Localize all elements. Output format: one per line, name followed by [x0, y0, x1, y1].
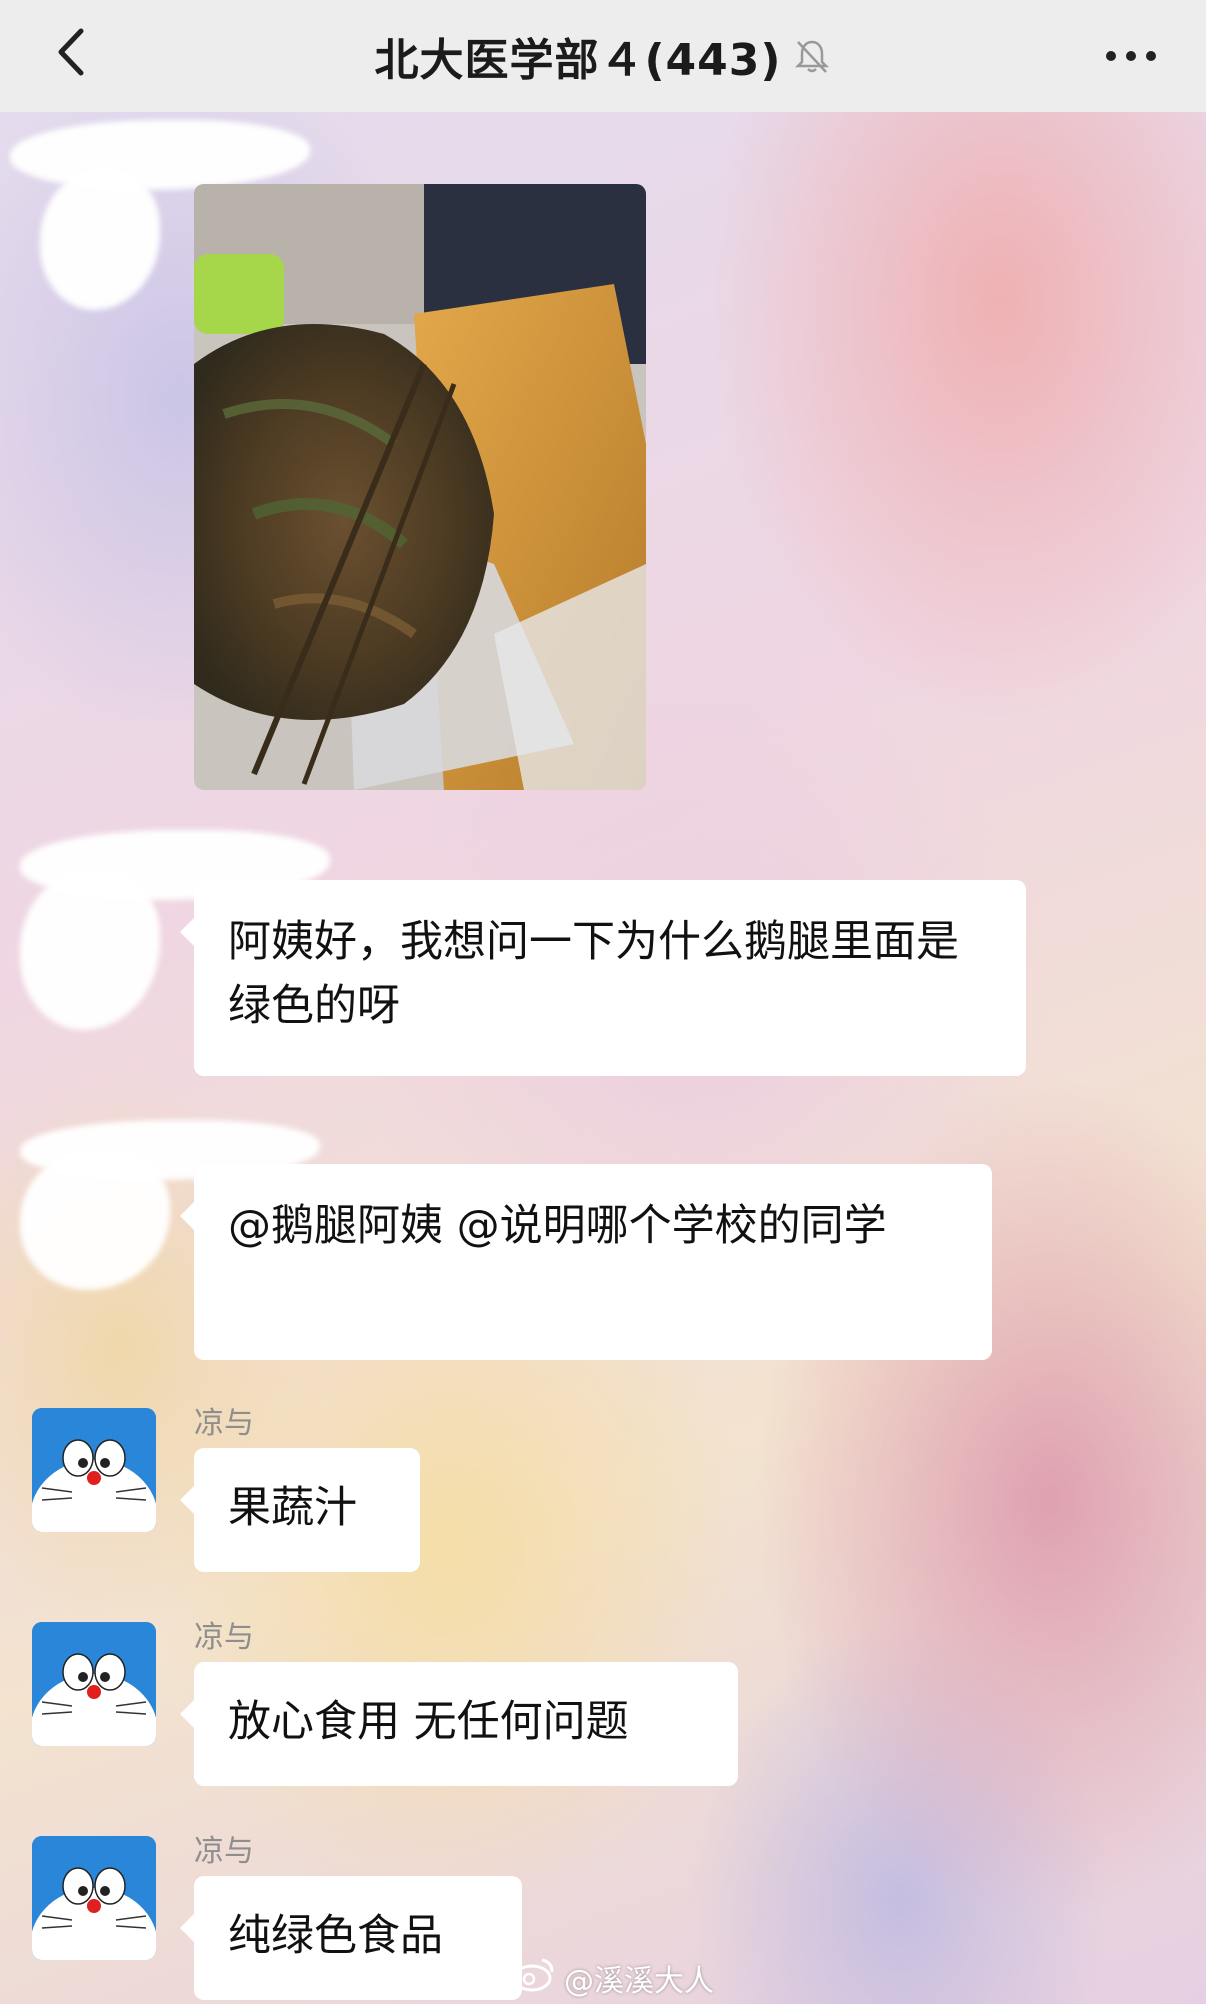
doraemon-avatar-icon [32, 1408, 156, 1532]
message-bubble[interactable]: 果蔬汁 [180, 1448, 420, 1572]
title-container: 北大医学部４(443) [0, 0, 1206, 112]
message-text: 果蔬汁 [228, 1483, 357, 1533]
message-text: 纯绿色食品 [228, 1911, 443, 1961]
message-bubble[interactable]: @鹅腿阿姨 @说明哪个学校的同学 [180, 1164, 992, 1360]
message-bubble[interactable]: 放心食用 无任何问题 [180, 1662, 738, 1786]
more-options-button[interactable] [1096, 28, 1166, 84]
message-bubble[interactable]: 纯绿色食品 [180, 1876, 522, 2000]
avatar[interactable] [32, 1622, 156, 1746]
message-text: @鹅腿阿姨 @说明哪个学校的同学 [228, 1201, 887, 1251]
watermark: @溪溪大人 [512, 1956, 714, 2000]
message-text: 阿姨好，我想问一下为什么鹅腿里面是绿色的呀 [228, 917, 959, 1031]
avatar[interactable] [32, 1836, 156, 1960]
doraemon-avatar-icon [32, 1622, 156, 1746]
sender-name: 凉与 [194, 1834, 254, 1869]
avatar[interactable] [32, 1408, 156, 1532]
chat-header: 北大医学部４(443) [0, 0, 1206, 112]
message-bubble[interactable]: 阿姨好，我想问一下为什么鹅腿里面是绿色的呀 [180, 880, 1026, 1076]
weibo-icon [512, 1956, 556, 2000]
goose-leg-photo-image [194, 184, 646, 790]
sender-name: 凉与 [194, 1620, 254, 1655]
watermark-text: @溪溪大人 [564, 1964, 714, 1999]
food-photo[interactable] [194, 184, 646, 790]
bell-muted-icon [792, 36, 832, 76]
doraemon-avatar-icon [32, 1836, 156, 1960]
sender-name: 凉与 [194, 1406, 254, 1441]
more-dots-icon [1103, 47, 1159, 66]
message-text: 放心食用 无任何问题 [228, 1697, 629, 1747]
chat-title: 北大医学部４(443) [374, 35, 782, 86]
